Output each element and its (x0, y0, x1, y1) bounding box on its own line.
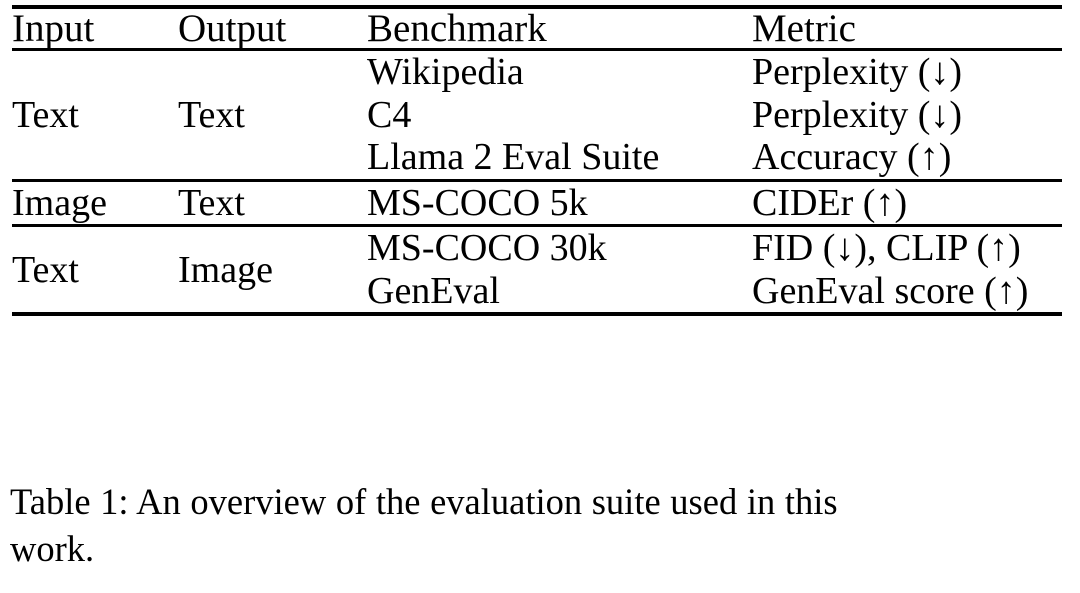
table-row-group-text-text: Text Text Wikipedia C4 Llama 2 Eval Suit… (12, 51, 1062, 180)
column-header-benchmark: Benchmark (367, 7, 547, 50)
table-figure-page: Input Output Benchmark Metric Text Text … (0, 0, 1080, 593)
metric-item: CIDEr (↑) (752, 181, 908, 224)
cell-output: Text (178, 93, 245, 136)
column-header-input: Input (12, 7, 95, 50)
table-header-row: Input Output Benchmark Metric (12, 9, 1062, 50)
column-header-output: Output (178, 7, 287, 50)
benchmark-item: Wikipedia (367, 51, 524, 93)
metric-item: Perplexity (↓) (752, 93, 963, 136)
benchmark-item: C4 (367, 93, 412, 136)
benchmark-item: MS-COCO 30k (367, 227, 607, 269)
benchmark-list: MS-COCO 30k GenEval (367, 227, 752, 312)
table-bottom-rule (12, 312, 1062, 318)
cell-input: Text (12, 248, 79, 291)
benchmark-list: MS-COCO 5k (367, 182, 752, 225)
evaluation-table-container: Input Output Benchmark Metric Text Text … (12, 5, 1062, 318)
metric-item: Accuracy (↑) (752, 136, 952, 178)
metric-list: FID (↓), CLIP (↑) GenEval score (↑) (752, 227, 1062, 312)
metric-list: Perplexity (↓) Perplexity (↓) Accuracy (… (752, 51, 1062, 179)
metric-item: GenEval score (↑) (752, 269, 1029, 312)
cell-metric: Perplexity (↓) Perplexity (↓) Accuracy (… (752, 51, 1062, 180)
caption-line: Table 1: An overview of the evaluation s… (10, 481, 838, 522)
cell-benchmark: MS-COCO 30k GenEval (367, 227, 752, 314)
benchmark-item: Llama 2 Eval Suite (367, 136, 660, 178)
cell-input: Text (12, 93, 79, 136)
table-caption: Table 1: An overview of the evaluation s… (10, 478, 1072, 572)
evaluation-table: Input Output Benchmark Metric Text Text … (12, 5, 1062, 318)
table-row-group-text-image: Text Image MS-COCO 30k GenEval FID (↓), … (12, 227, 1062, 314)
cell-output: Text (178, 181, 245, 224)
rule-line (12, 312, 1062, 318)
cell-metric: CIDEr (↑) (752, 182, 1062, 226)
cell-benchmark: MS-COCO 5k (367, 182, 752, 226)
benchmark-item: MS-COCO 5k (367, 181, 588, 224)
metric-list: CIDEr (↑) (752, 182, 1062, 225)
cell-metric: FID (↓), CLIP (↑) GenEval score (↑) (752, 227, 1062, 314)
cell-output: Image (178, 248, 273, 291)
benchmark-list: Wikipedia C4 Llama 2 Eval Suite (367, 51, 752, 179)
cell-benchmark: Wikipedia C4 Llama 2 Eval Suite (367, 51, 752, 180)
column-header-metric: Metric (752, 7, 856, 50)
cell-input: Image (12, 181, 107, 224)
metric-item: FID (↓), CLIP (↑) (752, 227, 1021, 269)
benchmark-item: GenEval (367, 269, 500, 312)
caption-line: work. (10, 528, 95, 569)
metric-item: Perplexity (↓) (752, 51, 963, 93)
table-row-group-image-text: Image Text MS-COCO 5k CIDEr (↑) (12, 182, 1062, 226)
